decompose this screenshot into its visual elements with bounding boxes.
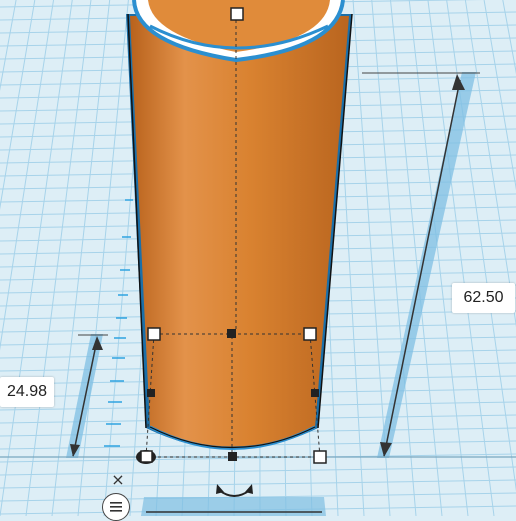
elevation-value-field[interactable]: 24.98 xyxy=(0,377,54,407)
menu-lines-icon xyxy=(110,502,122,512)
edge-handle-right[interactable] xyxy=(311,389,319,397)
height-value-field[interactable]: 62.50 xyxy=(452,283,515,313)
side-handle-right[interactable] xyxy=(303,327,317,341)
close-icon[interactable]: × xyxy=(106,467,130,491)
corner-handle-right[interactable] xyxy=(313,450,327,464)
tube-shape[interactable] xyxy=(126,0,353,450)
bottom-center-handle[interactable] xyxy=(228,452,237,461)
side-handle-left[interactable] xyxy=(147,327,161,341)
corner-handle-left[interactable] xyxy=(140,450,153,463)
menu-icon[interactable] xyxy=(102,493,130,521)
center-handle[interactable] xyxy=(227,329,236,338)
edge-handle-left[interactable] xyxy=(147,389,155,397)
workplane-grid[interactable] xyxy=(0,0,516,516)
height-handle[interactable] xyxy=(230,7,244,21)
